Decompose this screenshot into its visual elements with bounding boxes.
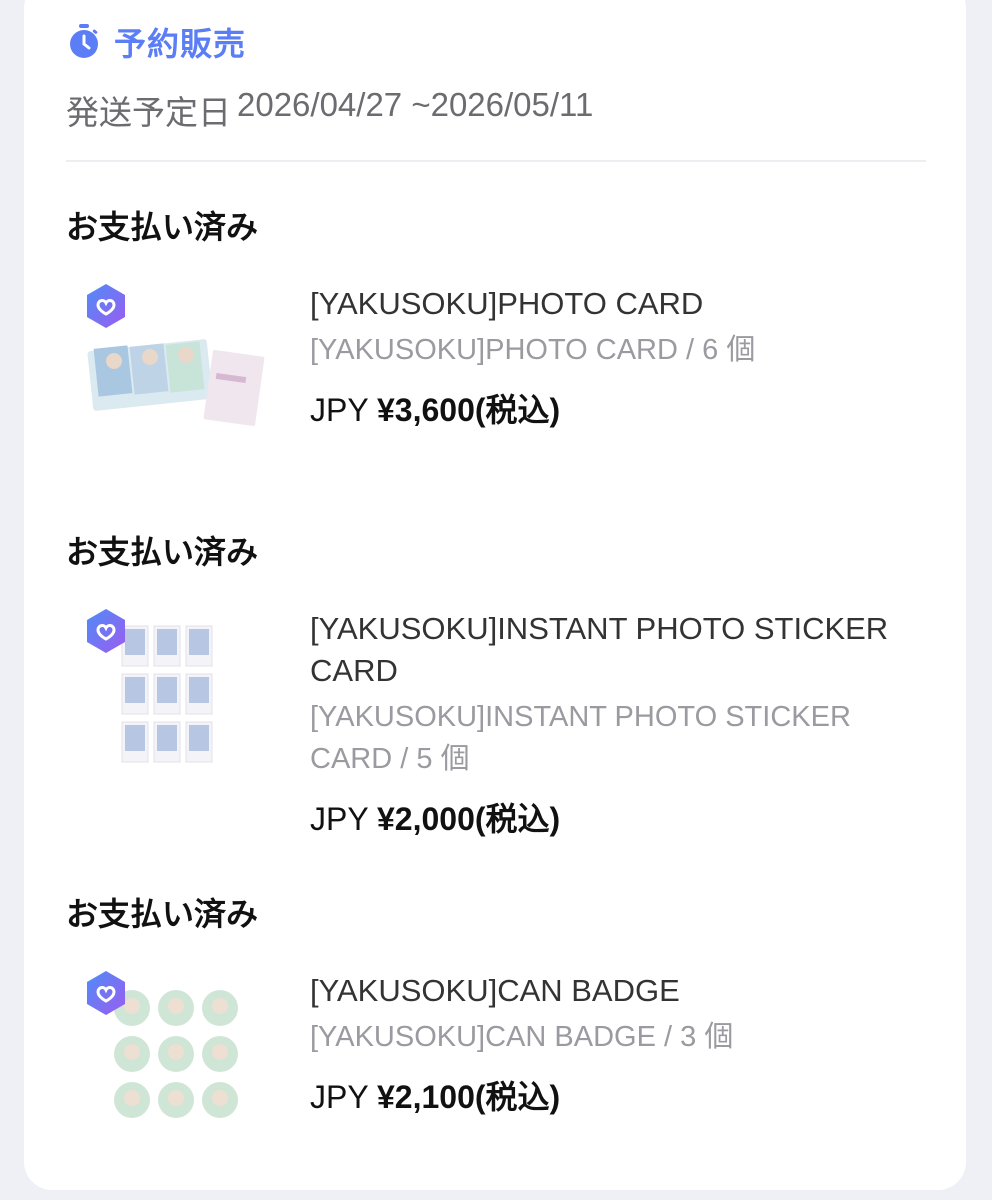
item-name[interactable]: [YAKUSOKU]INSTANT PHOTO STICKER CARD [310, 608, 926, 692]
can-badge-grid-image[interactable] [80, 970, 270, 1130]
photo-card-set-image[interactable] [80, 283, 270, 433]
order-item[interactable]: [YAKUSOKU]PHOTO CARD [YAKUSOKU]PHOTO CAR… [66, 283, 926, 433]
item-price: JPY ¥2,000(税込) [310, 794, 926, 840]
item-price: JPY ¥2,100(税込) [310, 1072, 926, 1118]
item-name[interactable]: [YAKUSOKU]CAN BADGE [310, 970, 926, 1012]
order-card: 予約販売 発送予定日 2026/04/27 ~2026/05/11 お支払い済み [24, 0, 966, 1190]
stopwatch-icon [70, 24, 98, 58]
order-item[interactable]: [YAKUSOKU]CAN BADGE [YAKUSOKU]CAN BADGE … [66, 970, 926, 1130]
item-quantity: 3 [680, 1021, 697, 1053]
item-option: [YAKUSOKU]PHOTO CARD / 6 個 [310, 329, 926, 371]
item-option: [YAKUSOKU]CAN BADGE / 3 個 [310, 1016, 926, 1058]
item-info: [YAKUSOKU]PHOTO CARD [YAKUSOKU]PHOTO CAR… [310, 283, 926, 433]
item-info: [YAKUSOKU]INSTANT PHOTO STICKER CARD [YA… [310, 608, 926, 840]
price-currency: JPY [310, 392, 369, 428]
payment-status-label: お支払い済み [66, 896, 259, 932]
shipping-date-row: 発送予定日 2026/04/27 ~2026/05/11 [66, 86, 926, 134]
divider [66, 160, 926, 162]
item-quantity: 6 [702, 334, 719, 366]
order-section: お支払い済み [66, 205, 926, 433]
price-currency: JPY [310, 1079, 369, 1115]
shipping-date-range: 2026/04/27 ~2026/05/11 [237, 86, 594, 123]
sale-type-title: 予約販売 [114, 26, 247, 62]
order-section: お支払い済み [66, 892, 926, 1130]
item-option-separator: / [400, 743, 417, 775]
payment-status-label: お支払い済み [66, 209, 259, 245]
item-quantity-unit: 個 [704, 1021, 734, 1053]
item-option: [YAKUSOKU]INSTANT PHOTO STICKER CARD / 5… [310, 696, 926, 780]
order-header: 予約販売 発送予定日 2026/04/27 ~2026/05/11 [66, 20, 926, 134]
item-name[interactable]: [YAKUSOKU]PHOTO CARD [310, 283, 926, 325]
item-quantity: 5 [416, 743, 433, 775]
sale-type-row: 予約販売 [66, 20, 926, 64]
item-option-name: [YAKUSOKU]INSTANT PHOTO STICKER CARD [310, 701, 851, 775]
shipping-date-label: 発送予定日 [66, 94, 231, 131]
sticker-card-grid-image[interactable] [80, 608, 270, 778]
order-item[interactable]: [YAKUSOKU]INSTANT PHOTO STICKER CARD [YA… [66, 608, 926, 840]
item-option-name: [YAKUSOKU]CAN BADGE [310, 1021, 656, 1053]
price-amount: ¥3,600(税込) [377, 392, 561, 428]
item-option-name: [YAKUSOKU]PHOTO CARD [310, 334, 678, 366]
item-quantity-unit: 個 [726, 334, 756, 366]
verified-heart-badge-icon [87, 284, 125, 328]
item-info: [YAKUSOKU]CAN BADGE [YAKUSOKU]CAN BADGE … [310, 970, 926, 1130]
item-price: JPY ¥3,600(税込) [310, 385, 926, 431]
price-amount: ¥2,000(税込) [377, 801, 561, 837]
item-quantity-unit: 個 [440, 743, 470, 775]
item-option-separator: / [686, 334, 703, 366]
verified-heart-badge-icon [87, 971, 125, 1015]
verified-heart-badge-icon [87, 609, 125, 653]
price-currency: JPY [310, 801, 369, 837]
order-section: お支払い済み [66, 530, 926, 840]
price-amount: ¥2,100(税込) [377, 1079, 561, 1115]
payment-status-label: お支払い済み [66, 534, 259, 570]
item-option-separator: / [664, 1021, 681, 1053]
